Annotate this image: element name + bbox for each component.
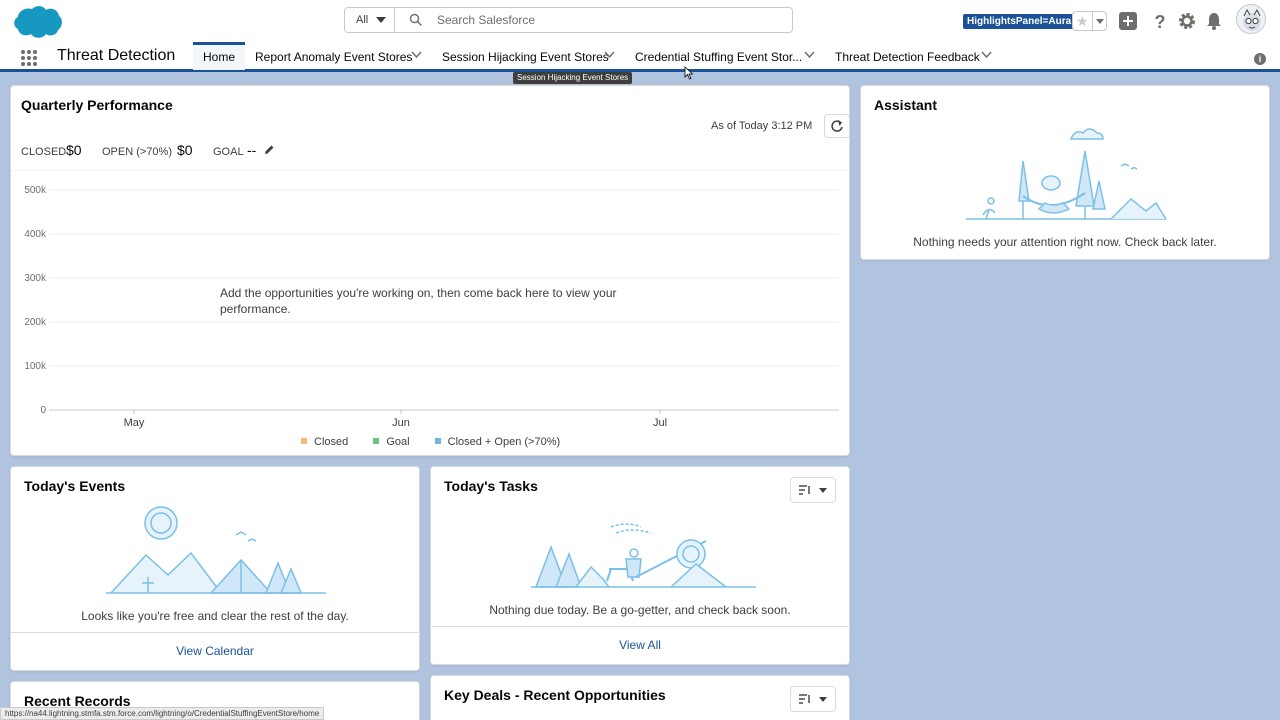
edit-goal-icon[interactable] [263,144,275,156]
legend-label: Closed [314,436,349,448]
tab-label: Credential Stuffing Event Stor... [635,50,803,64]
legend-label: Closed + Open (>70%) [447,436,561,448]
x-tick-label: May [124,417,145,429]
y-tick-label: 100k [24,361,47,372]
card-title: Today's Tasks [444,478,538,494]
key-deals-filter-button[interactable] [790,686,836,712]
refresh-button[interactable] [824,114,850,138]
browser-status-url: https://na44.lightning.stmfa.stm.force.c… [0,707,325,720]
x-tick-label: Jun [392,417,410,429]
bell-icon[interactable] [1204,11,1224,31]
legend-item: Closed [301,436,348,448]
x-tick-label: Jul [653,417,667,429]
star-icon[interactable]: ★ [1076,13,1089,29]
legend-swatch [434,438,441,444]
tab-label: Session Hijacking Event Stores [442,50,609,64]
tab-credential-stuffing-event-stores[interactable]: Credential Stuffing Event Stor... [635,42,802,70]
todays-events-card: Today's Events Looks like you're free an… [10,466,420,671]
legend-item: Goal [373,436,410,448]
card-footer: View All [431,626,849,664]
lounge-chair-illustration [531,523,756,588]
global-search: All [344,7,793,33]
card-title: Quarterly Performance [21,97,173,113]
y-tick-label: 500k [24,185,47,196]
search-icon [409,13,422,26]
todays-tasks-card: Today's Tasks Nothing due today. Be a go… [430,466,850,665]
mouse-cursor-icon [684,66,694,80]
chevron-down-icon[interactable] [604,51,615,59]
user-avatar-icon [1243,8,1261,31]
plus-icon[interactable] [1118,11,1138,31]
tab-label: Report Anomaly Event Stores [255,50,413,64]
app-name: Threat Detection [57,47,176,64]
divider [1092,12,1093,30]
open-label: OPEN (>70%) [102,146,172,158]
goal-value: -- [247,142,257,158]
salesforce-cloud-logo[interactable] [12,5,62,39]
sort-filter-icon [799,485,810,495]
legend-item: Closed + Open (>70%) [434,436,561,448]
y-tick-label: 200k [24,317,47,328]
legend-swatch [373,438,380,444]
card-title: Assistant [874,97,938,113]
tab-session-hijacking-event-stores[interactable]: Session Hijacking Event Stores [442,42,609,70]
svg-text:?: ? [1155,12,1166,31]
app-navigation-bar: Threat Detection Home Report Anomaly Eve… [0,42,1280,72]
chart-empty-message: Add the opportunities you're working on,… [220,285,680,321]
search-scope-label: All [356,14,369,26]
chevron-down-icon[interactable] [981,51,992,59]
card-title: Key Deals - Recent Opportunities [444,687,666,703]
closed-value: $0 [66,142,82,158]
tasks-empty-message: Nothing due today. Be a go-getter, and c… [489,603,791,617]
tab-report-anomaly-event-stores[interactable]: Report Anomaly Event Stores [255,42,412,70]
tab-home[interactable]: Home [193,42,245,70]
search-scope-select[interactable]: All [345,8,395,32]
search-input[interactable] [437,11,777,29]
quarterly-performance-card: Quarterly Performance As of Today 3:12 P… [10,85,850,456]
goal-label: GOAL [213,146,244,158]
info-icon[interactable]: i [1254,53,1266,65]
assistant-empty-message: Nothing needs your attention right now. … [913,235,1217,249]
tab-tooltip: Session Hijacking Event Stores [513,72,633,84]
tasks-filter-button[interactable] [790,477,836,503]
chart-legend: Closed Goal Closed + Open (>70%) [301,436,582,450]
as-of-timestamp: As of Today 3:12 PM [711,120,813,132]
closed-label: CLOSED [21,146,67,158]
card-footer: View Calendar [11,632,419,670]
legend-label: Goal [386,436,410,448]
help-icon[interactable]: ? [1150,11,1170,31]
avatar[interactable] [1236,4,1266,34]
refresh-icon [831,120,843,132]
legend-swatch [301,438,307,444]
caret-down-icon [376,17,386,23]
open-value: $0 [177,142,193,158]
app-launcher-icon[interactable] [20,49,38,67]
highlights-panel-badge: HighlightsPanel=Aura [963,14,1076,29]
key-deals-card: Key Deals - Recent Opportunities [430,675,850,720]
tab-label: Threat Detection Feedback [835,50,980,64]
hammock-illustration [966,128,1167,220]
chevron-down-icon[interactable] [804,51,815,59]
gear-icon[interactable] [1177,11,1197,31]
favorites-button[interactable]: ★ [1072,11,1107,31]
card-title: Today's Events [24,478,126,494]
global-header: All HighlightsPanel=Aura ★ ? [0,0,1280,42]
y-tick-label: 0 [40,405,46,416]
assistant-card: Assistant Nothing needs your attention r… [860,85,1270,260]
events-empty-message: Looks like you're free and clear the res… [81,609,349,623]
y-tick-label: 400k [24,229,47,240]
view-calendar-link[interactable]: View Calendar [176,644,254,658]
sort-filter-icon [799,694,810,704]
divider [11,170,849,171]
view-all-tasks-link[interactable]: View All [619,638,661,652]
tab-threat-detection-feedback[interactable]: Threat Detection Feedback [835,42,980,70]
caret-down-icon [819,488,827,493]
camping-illustration [106,506,326,594]
y-tick-label: 300k [24,273,47,284]
tab-label: Home [202,50,235,64]
chevron-down-icon[interactable] [411,51,422,59]
caret-down-icon [819,697,827,702]
caret-down-icon[interactable] [1096,19,1104,24]
